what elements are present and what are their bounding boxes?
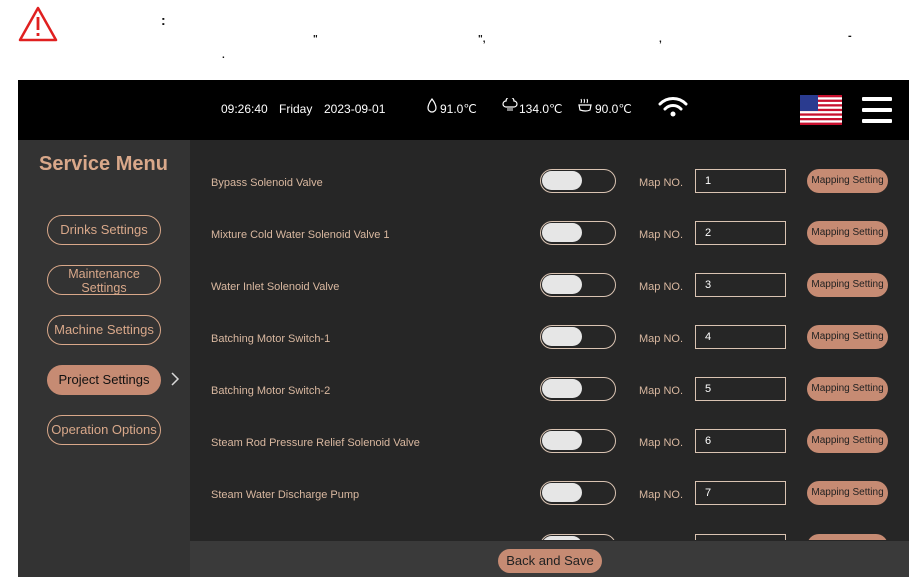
toggle-knob — [542, 223, 582, 242]
steam-temperature: 134.0℃ — [519, 102, 563, 116]
sidebar-item-machine-settings[interactable]: Machine Settings — [47, 315, 161, 345]
map-number-label: Map NO. — [639, 229, 684, 241]
warning-area: : " ", , - . — [0, 0, 911, 80]
sidebar-item-project-settings[interactable]: Project Settings — [47, 365, 161, 395]
mapping-setting-button[interactable]: Mapping Setting — [807, 169, 888, 193]
mapping-setting-button[interactable]: Mapping Setting — [807, 481, 888, 505]
sidebar-item-drinks-settings[interactable]: Drinks Settings — [47, 215, 161, 245]
map-number-input[interactable]: 6 — [695, 429, 786, 453]
mapping-setting-button[interactable]: Mapping Setting — [807, 221, 888, 245]
toggle-switch[interactable] — [540, 481, 616, 505]
mapping-setting-button[interactable]: Mapping Setting — [807, 325, 888, 349]
toggle-knob — [542, 431, 582, 450]
warning-triangle-icon — [18, 6, 58, 42]
sidebar-item-maintenance-settings[interactable]: Maintenance Settings — [47, 265, 161, 295]
clock-time: 09:26:40 — [221, 102, 268, 116]
coffee-cup-icon — [578, 98, 592, 112]
mapping-setting-button[interactable]: Mapping Setting — [807, 429, 888, 453]
mapping-setting-button[interactable]: Mapping Setting — [807, 377, 888, 401]
list-item: Mixture Cold Water Solenoid Valve 1 Map … — [190, 192, 909, 245]
row-label: Steam Water Discharge Pump — [211, 489, 360, 501]
clock-day: Friday — [279, 102, 313, 116]
row-label: Batching Motor Switch-1 — [211, 333, 331, 345]
toggle-knob — [542, 536, 582, 540]
sidebar: Service Menu Drinks Settings Maintenance… — [18, 140, 190, 577]
back-and-save-button[interactable]: Back and Save — [498, 549, 602, 573]
toggle-switch[interactable] — [540, 377, 616, 401]
toggle-switch[interactable] — [540, 325, 616, 349]
map-number-label: Map NO. — [639, 437, 684, 449]
row-label: Mixture Cold Water Solenoid Valve 1 — [211, 229, 390, 241]
map-number-label: Map NO. — [639, 177, 684, 189]
warning-fragment: - — [848, 30, 852, 42]
us-flag-icon[interactable] — [800, 95, 842, 125]
row-label: Water Inlet Solenoid Valve — [211, 281, 340, 293]
list-item: Steam Water Discharge Pump Map NO. 7 Map… — [190, 452, 909, 505]
list-item: Steam Rod Pressure Relief Solenoid Valve… — [190, 400, 909, 453]
chevron-right-icon — [171, 372, 180, 386]
toggle-switch[interactable] — [540, 169, 616, 193]
mapping-setting-button[interactable]: Mapping Setting — [807, 273, 888, 297]
water-drop-icon — [427, 98, 437, 113]
coffee-temperature: 90.0℃ — [595, 102, 632, 116]
sidebar-item-operation-options[interactable]: Operation Options — [47, 415, 161, 445]
warning-fragment: ", — [478, 34, 486, 45]
row-label: Steam Rod Pressure Relief Solenoid Valve — [211, 437, 420, 449]
toggle-switch[interactable] — [540, 273, 616, 297]
map-number-input[interactable]: 7 — [695, 481, 786, 505]
toggle-switch[interactable] — [540, 534, 616, 540]
warning-fragment: : — [161, 12, 166, 28]
settings-list: Bypass Solenoid Valve Map NO. 1 Mapping … — [190, 140, 909, 540]
hamburger-menu-icon[interactable] — [862, 97, 892, 123]
list-item — [190, 504, 909, 540]
list-item: Water Inlet Solenoid Valve Map NO. 3 Map… — [190, 244, 909, 297]
toggle-switch[interactable] — [540, 429, 616, 453]
row-label: Bypass Solenoid Valve — [211, 177, 323, 189]
list-item: Batching Motor Switch-2 Map NO. 5 Mappin… — [190, 348, 909, 401]
warning-fragment: . — [222, 50, 225, 61]
map-number-label: Map NO. — [639, 489, 684, 501]
clock-date: 2023-09-01 — [324, 102, 386, 116]
toggle-knob — [542, 379, 582, 398]
bottom-bar: Back and Save — [190, 541, 909, 577]
mapping-setting-button[interactable] — [807, 534, 888, 540]
wifi-icon — [658, 97, 688, 117]
map-number-input[interactable]: 5 — [695, 377, 786, 401]
steam-cloud-icon — [502, 98, 518, 111]
map-number-input[interactable]: 2 — [695, 221, 786, 245]
device-screen: 09:26:40 Friday 2023-09-01 91.0℃ 134.0℃ … — [18, 80, 909, 577]
map-number-label: Map NO. — [639, 385, 684, 397]
toggle-switch[interactable] — [540, 221, 616, 245]
row-label: Batching Motor Switch-2 — [211, 385, 331, 397]
toggle-knob — [542, 171, 582, 190]
toggle-knob — [542, 275, 582, 294]
map-number-input[interactable] — [695, 534, 786, 540]
list-item: Bypass Solenoid Valve Map NO. 1 Mapping … — [190, 140, 909, 193]
toggle-knob — [542, 327, 582, 346]
sidebar-title: Service Menu — [39, 153, 168, 175]
warning-fragment: " — [313, 34, 318, 45]
toggle-knob — [542, 483, 582, 502]
map-number-input[interactable]: 4 — [695, 325, 786, 349]
map-number-label: Map NO. — [639, 281, 684, 293]
warning-fragment: , — [659, 34, 662, 45]
map-number-input[interactable]: 3 — [695, 273, 786, 297]
water-temperature: 91.0℃ — [440, 102, 477, 116]
list-item: Batching Motor Switch-1 Map NO. 4 Mappin… — [190, 296, 909, 349]
map-number-input[interactable]: 1 — [695, 169, 786, 193]
status-bar: 09:26:40 Friday 2023-09-01 91.0℃ 134.0℃ … — [18, 80, 909, 140]
map-number-label: Map NO. — [639, 333, 684, 345]
